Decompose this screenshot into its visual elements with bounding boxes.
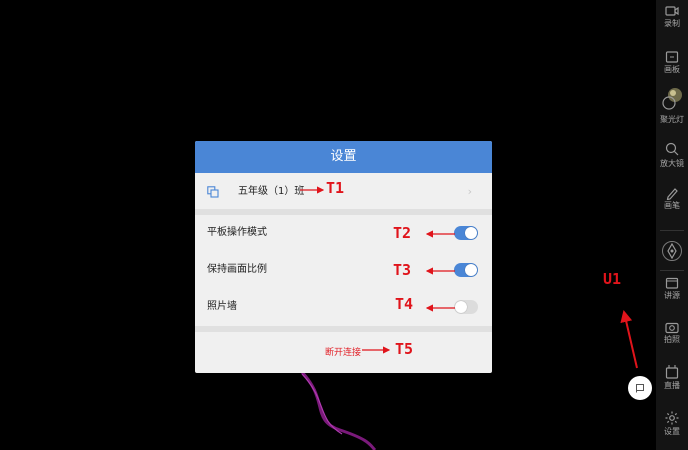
annotation-t1: T1 [326,179,345,197]
annotation-arrows [300,186,638,369]
annotation-t2: T2 [393,224,412,242]
annotation-t4: T4 [395,295,414,313]
annotation-t5: T5 [395,340,414,358]
annotation-u1: U1 [603,270,622,288]
annotation-t3: T3 [393,261,412,279]
